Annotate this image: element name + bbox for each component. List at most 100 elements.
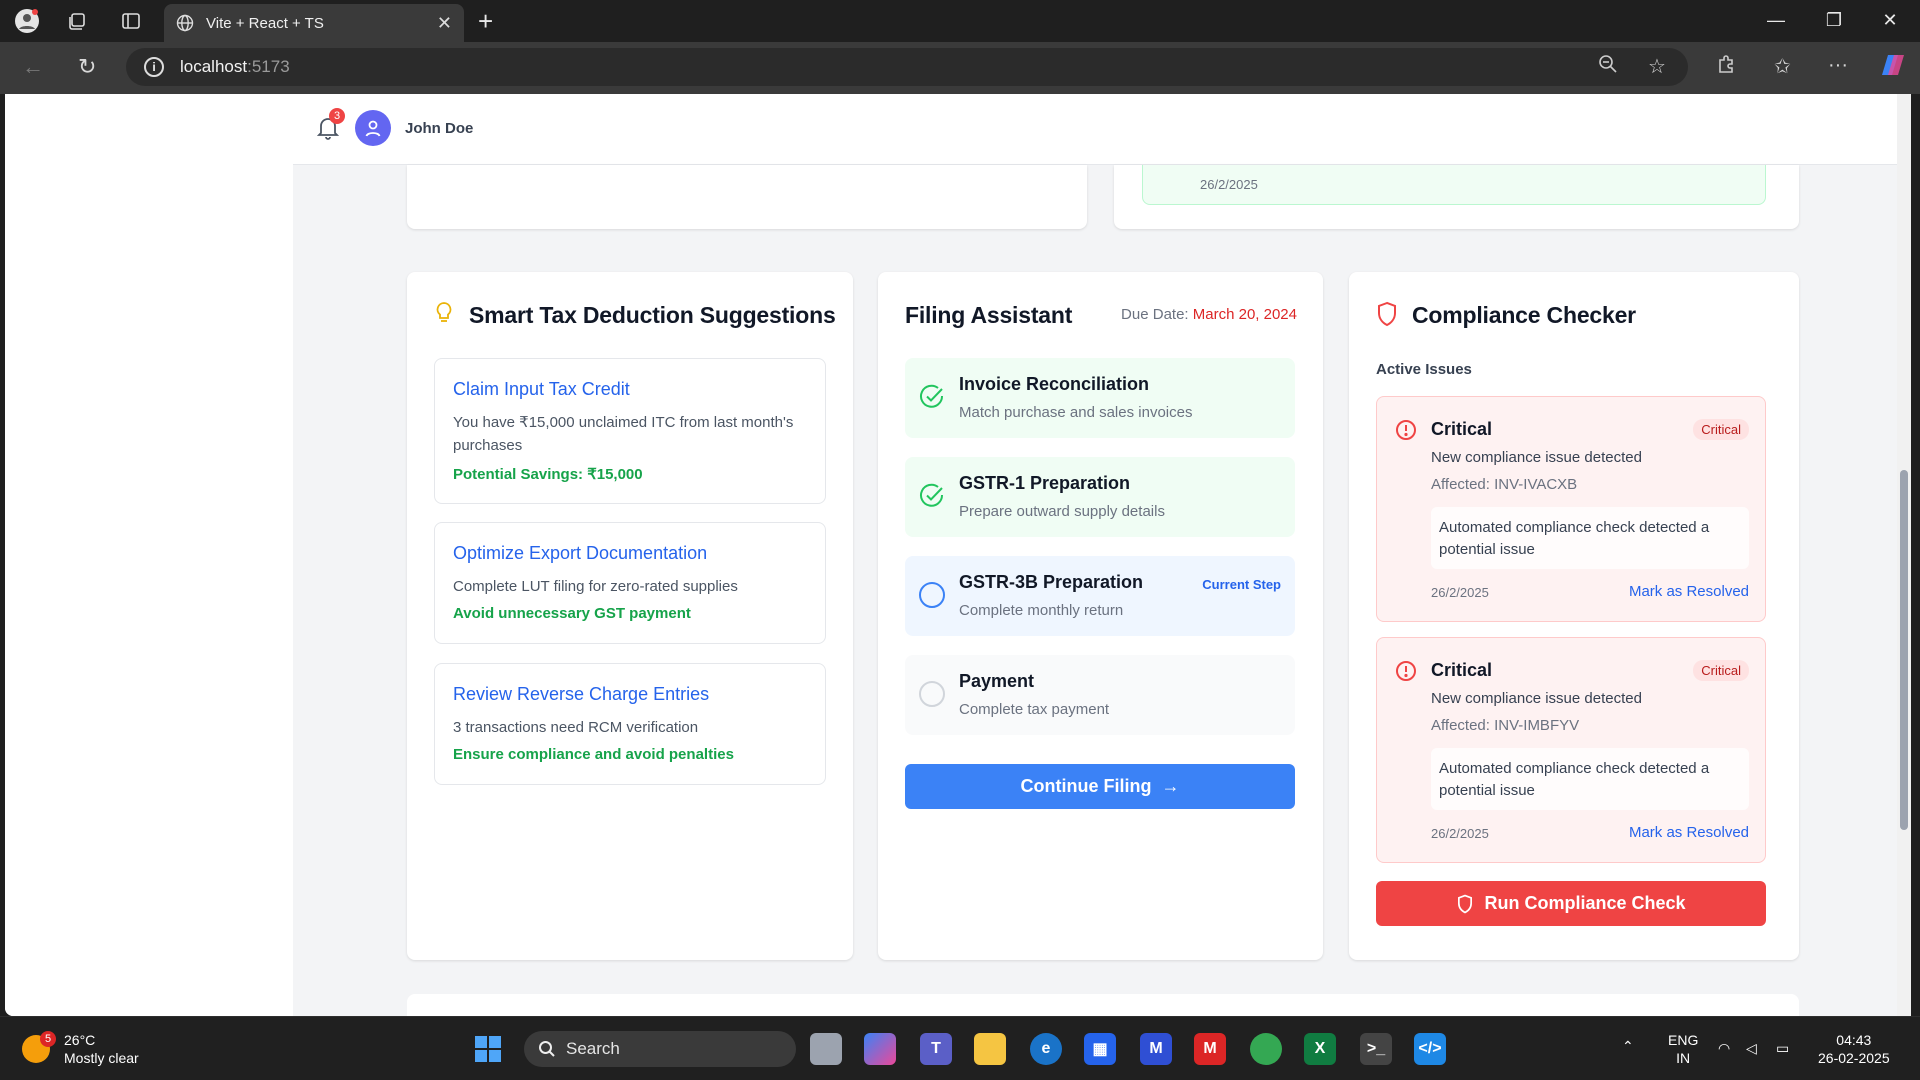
issue-desc: New compliance issue detected [1431,449,1642,466]
button-label: Continue Filing [1020,776,1152,796]
close-window-icon[interactable]: ✕ [1880,10,1900,31]
filing-step[interactable]: Payment Complete tax payment [905,655,1295,735]
pending-circle-icon [919,681,945,707]
step-desc: Complete tax payment [959,701,1110,718]
filing-step[interactable]: GSTR-1 Preparation Prepare outward suppl… [905,457,1295,537]
temperature: 26°C [64,1032,96,1048]
suggestion-item[interactable]: Optimize Export Documentation Complete L… [434,522,826,644]
extensions-icon[interactable] [1716,54,1736,80]
url-field[interactable]: i localhost:5173 [126,48,1688,86]
user-name[interactable]: John Doe [405,120,473,137]
run-compliance-check-button[interactable]: Run Compliance Check [1376,881,1766,926]
issue-detail: Automated compliance check detected a po… [1431,507,1749,569]
activity-date: 26/2/2025 [1200,177,1258,192]
issue-affected: Affected: INV-IMBFYV [1431,717,1580,734]
vscode-icon[interactable]: </> [1414,1033,1446,1065]
volume-icon[interactable]: ◁ [1746,1039,1757,1057]
continue-filing-button[interactable]: Continue Filing → [905,764,1295,809]
weather-badge: 5 [40,1031,56,1047]
search-icon [539,1041,555,1057]
issue-desc: New compliance issue detected [1431,690,1642,707]
store-icon[interactable]: ▦ [1084,1033,1116,1065]
tax-suggestions-card: Smart Tax Deduction Suggestions Claim In… [407,272,853,960]
step-desc: Prepare outward supply details [959,503,1165,520]
step-desc: Complete monthly return [959,602,1124,619]
file-explorer-icon[interactable] [974,1033,1006,1065]
scrollbar-thumb[interactable] [1900,470,1908,830]
step-title: Payment [959,671,1035,691]
suggestion-item[interactable]: Claim Input Tax Credit You have ₹15,000 … [434,358,826,504]
weather-condition: Mostly clear [64,1050,139,1066]
taskbar-search[interactable]: Search [524,1031,796,1067]
suggestion-item[interactable]: Review Reverse Charge Entries 3 transact… [434,663,826,785]
shield-icon [1376,301,1398,332]
wifi-icon[interactable]: ◠ [1718,1039,1730,1057]
top-navbar: 3 John Doe [293,94,1911,165]
mcafee-icon[interactable]: M [1194,1033,1226,1065]
page-scrollbar[interactable] [1897,94,1911,1016]
issue-item: Critical Critical New compliance issue d… [1376,396,1766,622]
issue-title: Critical [1431,419,1493,439]
copilot-icon[interactable] [1880,52,1906,84]
clock[interactable]: 04:43 26-02-2025 [1818,1031,1890,1067]
chevron-up-icon[interactable]: ⌃ [1622,1037,1634,1055]
windows-start-icon[interactable] [472,1033,504,1065]
task-view-icon[interactable] [810,1033,842,1065]
issue-title: Critical [1431,660,1493,680]
favorites-icon[interactable]: ✩ [1774,54,1791,79]
vertical-tabs-icon[interactable] [118,8,144,34]
step-title: GSTR-3B Preparation [959,572,1144,592]
step-title: GSTR-1 Preparation [959,473,1131,493]
excel-icon[interactable]: X [1304,1033,1336,1065]
language-indicator[interactable]: ENG IN [1668,1031,1698,1067]
suggestion-title[interactable]: Claim Input Tax Credit [453,379,630,400]
favorite-star-icon[interactable]: ☆ [1648,54,1666,79]
user-icon [365,120,381,137]
chrome-icon[interactable] [1250,1033,1282,1065]
browser-tab[interactable]: Vite + React + TS ✕ [164,4,464,42]
arrow-right-icon: → [1161,776,1180,796]
restore-icon[interactable]: ❐ [1824,10,1844,31]
app-icon[interactable]: M [1140,1033,1172,1065]
new-tab-button[interactable]: + [478,6,493,37]
refresh-icon[interactable]: ↻ [78,54,96,80]
card-title: Compliance Checker [1412,302,1636,328]
back-icon[interactable]: ← [22,54,44,80]
site-info-icon[interactable]: i [144,57,164,77]
more-menu-icon[interactable]: ··· [1828,54,1848,77]
teams-icon[interactable]: T [920,1033,952,1065]
terminal-icon[interactable]: >_ [1360,1033,1392,1065]
severity-badge: Critical [1693,419,1749,440]
mark-resolved-link[interactable]: Mark as Resolved [1629,583,1749,600]
filing-step[interactable]: Invoice Reconciliation Match purchase an… [905,358,1295,438]
zoom-icon[interactable] [1598,54,1618,80]
suggestion-note: Ensure compliance and avoid penalties [453,746,734,763]
edge-icon[interactable]: e [1030,1033,1062,1065]
taskbar: 5 26°C Mostly clear Search T e ▦ M M X >… [0,1016,1920,1080]
issue-date: 26/2/2025 [1431,585,1489,600]
summary-card-left [407,165,1087,229]
battery-icon[interactable]: ▭ [1776,1039,1789,1057]
workspaces-icon[interactable] [64,8,90,34]
current-step-circle-icon [919,582,945,608]
issue-date: 26/2/2025 [1431,826,1489,841]
url-port: :5173 [247,57,290,76]
current-step-tag: Current Step [1202,577,1281,592]
suggestion-title[interactable]: Optimize Export Documentation [453,543,707,564]
suggestion-note: Avoid unnecessary GST payment [453,605,691,622]
filing-step-current[interactable]: GSTR-3B Preparation Complete monthly ret… [905,556,1295,636]
avatar[interactable] [355,110,391,146]
due-date-value: March 20, 2024 [1192,306,1297,323]
close-tab-icon[interactable]: ✕ [437,13,452,34]
copilot-app-icon[interactable] [864,1033,896,1065]
mark-resolved-link[interactable]: Mark as Resolved [1629,824,1749,841]
alert-circle-icon [1395,419,1417,446]
suggestion-title[interactable]: Review Reverse Charge Entries [453,684,709,705]
minimize-icon[interactable]: — [1766,10,1786,31]
check-circle-icon [919,384,945,410]
time: 04:43 [1836,1032,1872,1048]
profile-icon[interactable] [14,8,40,34]
lightbulb-icon [435,301,453,330]
severity-badge: Critical [1693,660,1749,681]
lang-secondary: IN [1676,1050,1691,1066]
